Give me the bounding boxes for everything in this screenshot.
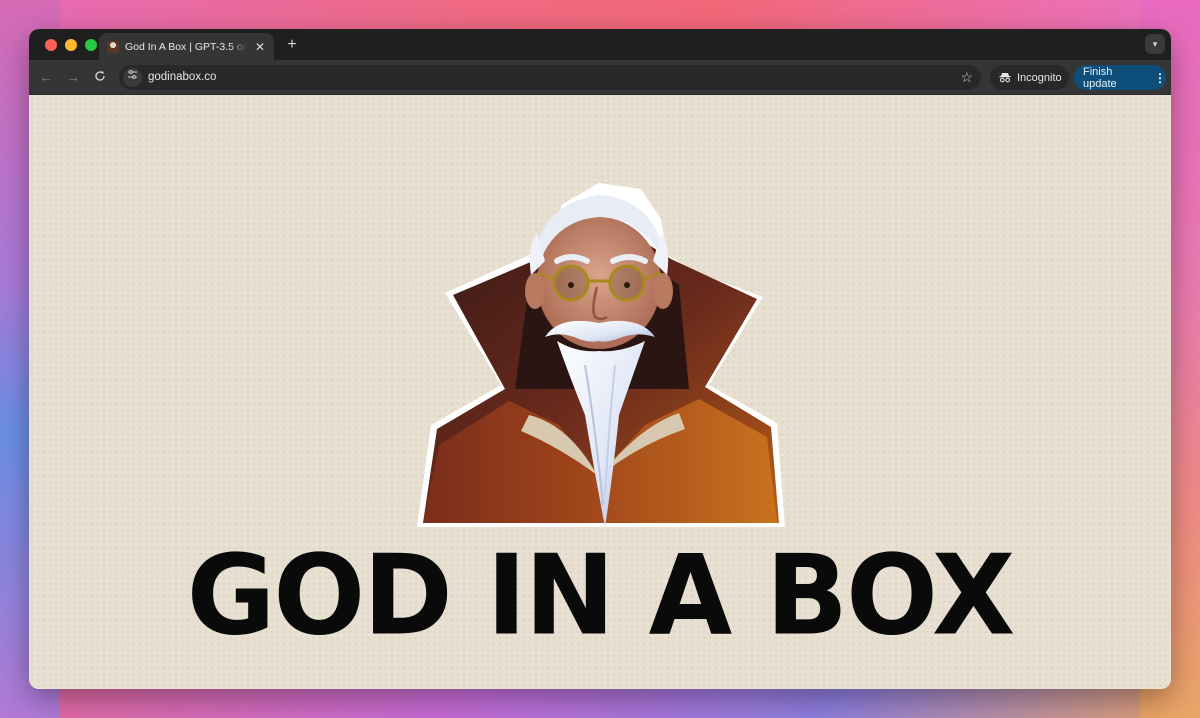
reload-icon[interactable] bbox=[91, 68, 109, 86]
browser-window: God In A Box | GPT-3.5 on WhatsApp ✕ + ▾… bbox=[29, 29, 1171, 689]
tune-icon[interactable] bbox=[123, 68, 142, 87]
tab-active[interactable]: God In A Box | GPT-3.5 on WhatsApp ✕ bbox=[99, 33, 274, 60]
minimize-window-button[interactable] bbox=[65, 39, 77, 51]
reload-glyph bbox=[95, 70, 105, 81]
chevron-down-icon[interactable]: ▾ bbox=[1145, 34, 1165, 54]
tab-title: God In A Box | GPT-3.5 on WhatsApp bbox=[125, 40, 248, 53]
favicon-icon bbox=[107, 40, 119, 53]
close-icon[interactable]: ✕ bbox=[254, 40, 266, 54]
tune-glyph bbox=[128, 70, 137, 79]
page-headline: GOD IN A BOX bbox=[186, 532, 1016, 661]
toolbar: ← → godinabox.co ☆ Incognito Finish upda… bbox=[29, 60, 1171, 95]
arrow-left-icon[interactable]: ← bbox=[37, 68, 55, 86]
star-outline-icon[interactable]: ☆ bbox=[960, 69, 973, 86]
more-vert-icon[interactable]: ⋮ bbox=[1154, 71, 1166, 85]
incognito-icon bbox=[999, 73, 1011, 83]
tab-bar: God In A Box | GPT-3.5 on WhatsApp ✕ + ▾ bbox=[29, 29, 1171, 60]
sage-sticker-image bbox=[417, 183, 785, 527]
incognito-label: Incognito bbox=[1017, 71, 1062, 84]
finish-update-button[interactable]: Finish update ⋮ bbox=[1074, 65, 1166, 90]
finish-update-label: Finish update bbox=[1083, 65, 1117, 90]
incognito-indicator[interactable]: Incognito bbox=[990, 65, 1069, 90]
arrow-right-icon[interactable]: → bbox=[64, 68, 82, 86]
window-controls bbox=[45, 39, 97, 51]
close-window-button[interactable] bbox=[45, 39, 57, 51]
new-tab-button[interactable]: + bbox=[282, 35, 302, 55]
zoom-window-button[interactable] bbox=[85, 39, 97, 51]
web-page: GOD IN A BOX bbox=[29, 95, 1171, 689]
address-bar[interactable]: godinabox.co ☆ bbox=[119, 65, 981, 90]
url-text[interactable]: godinabox.co bbox=[148, 71, 216, 83]
